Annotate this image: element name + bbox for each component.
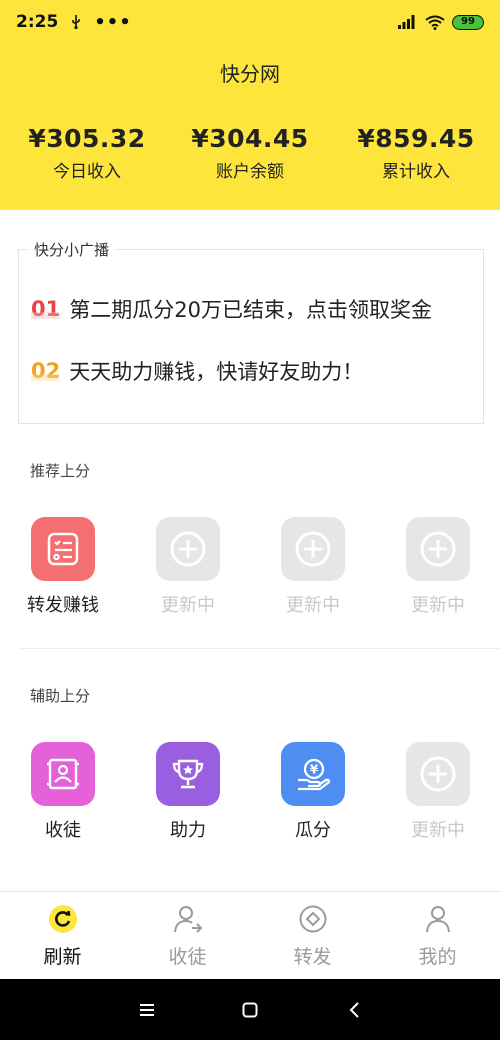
broadcast-panel: 快分小广播 01 第二期瓜分20万已结束，点击领取奖金 02 天天助力赚钱，快请… — [18, 239, 484, 424]
tab-recruit[interactable]: 收徒 — [125, 892, 250, 980]
broadcast-item-text: 天天助力赚钱，快请好友助力！ — [69, 360, 364, 384]
broadcast-item-number: 02 — [31, 359, 61, 383]
tab-label: 刷新 — [43, 946, 82, 968]
tile-updating[interactable]: 更新中 — [383, 742, 493, 842]
trophy-icon — [156, 742, 220, 806]
broadcast-item-number: 01 — [31, 297, 61, 321]
tab-label: 转发 — [293, 946, 332, 968]
notification-dots: ••• — [94, 11, 132, 33]
tab-share[interactable]: 转发 — [250, 892, 375, 980]
broadcast-item[interactable]: 02 天天助力赚钱，快请好友助力！ — [31, 356, 363, 386]
status-right: 99 — [398, 14, 484, 30]
user-arrow-icon — [173, 904, 203, 934]
menu-icon[interactable] — [132, 995, 162, 1025]
svg-text:¥: ¥ — [310, 763, 319, 777]
status-bar: 2:25 ••• 99 — [0, 0, 500, 44]
tile-label: 更新中 — [286, 595, 340, 616]
tile-label: 收徒 — [45, 820, 81, 841]
stat-value: ¥304.45 — [191, 124, 309, 153]
broadcast-item-text: 第二期瓜分20万已结束，点击领取奖金 — [69, 298, 432, 322]
stat-value: ¥305.32 — [28, 124, 146, 153]
usb-icon — [72, 15, 81, 30]
back-chevron-icon[interactable] — [340, 995, 370, 1025]
app-title: 快分网 — [220, 62, 280, 86]
tile-updating[interactable]: 更新中 — [258, 517, 368, 617]
refresh-icon — [48, 904, 78, 934]
tile-updating[interactable]: 更新中 — [133, 517, 243, 617]
section-label-assist: 辅助上分 — [30, 687, 91, 705]
tile-recruit[interactable]: 收徒 — [8, 742, 118, 842]
tile-label: 助力 — [170, 820, 206, 841]
plus-circle-icon — [406, 742, 470, 806]
tile-share-earn[interactable]: 转发赚钱 — [8, 517, 118, 617]
stat-value: ¥859.45 — [357, 124, 475, 153]
tab-label: 收徒 — [168, 946, 207, 968]
stat-account-balance[interactable]: ¥304.45 账户余额 — [167, 124, 333, 182]
status-time: 2:25 — [16, 12, 59, 32]
broadcast-title: 快分小广播 — [28, 239, 116, 260]
stat-label: 累计收入 — [382, 162, 450, 182]
broadcast-item[interactable]: 01 第二期瓜分20万已结束，点击领取奖金 — [31, 294, 432, 324]
tab-label: 我的 — [418, 946, 457, 968]
checklist-icon — [31, 517, 95, 581]
scroll-person-icon — [31, 742, 95, 806]
wifi-icon — [425, 15, 445, 30]
stat-label: 今日收入 — [53, 162, 121, 182]
tile-boost[interactable]: 助力 — [133, 742, 243, 842]
coin-hand-icon: ¥ — [281, 742, 345, 806]
plus-circle-icon — [281, 517, 345, 581]
tab-mine[interactable]: 我的 — [375, 892, 500, 980]
header: 快分网 ¥305.32 今日收入 ¥304.45 账户余额 ¥859.45 累计… — [0, 44, 500, 210]
stat-today-income[interactable]: ¥305.32 今日收入 — [4, 124, 170, 182]
tile-label: 更新中 — [411, 820, 465, 841]
tile-label: 转发赚钱 — [27, 595, 99, 616]
system-nav-bar — [0, 979, 500, 1040]
tile-split[interactable]: ¥ 瓜分 — [258, 742, 368, 842]
tile-updating[interactable]: 更新中 — [383, 517, 493, 617]
plus-circle-icon — [156, 517, 220, 581]
home-square-icon[interactable] — [235, 995, 265, 1025]
stat-total-income[interactable]: ¥859.45 累计收入 — [333, 124, 499, 182]
plus-circle-icon — [406, 517, 470, 581]
stat-label: 账户余额 — [216, 162, 284, 182]
tile-label: 更新中 — [411, 595, 465, 616]
section-label-recommended: 推荐上分 — [30, 462, 91, 480]
user-icon — [423, 904, 453, 934]
battery-level: 99 — [461, 16, 475, 27]
tile-label: 瓜分 — [295, 820, 331, 841]
bottom-tab-bar: 刷新 收徒 转发 我的 — [0, 891, 500, 979]
tab-refresh[interactable]: 刷新 — [0, 892, 125, 980]
battery-indicator: 99 — [452, 14, 484, 30]
signal-icon — [398, 15, 415, 29]
section-divider — [20, 648, 500, 649]
tile-label: 更新中 — [161, 595, 215, 616]
share-diamond-icon — [298, 904, 328, 934]
